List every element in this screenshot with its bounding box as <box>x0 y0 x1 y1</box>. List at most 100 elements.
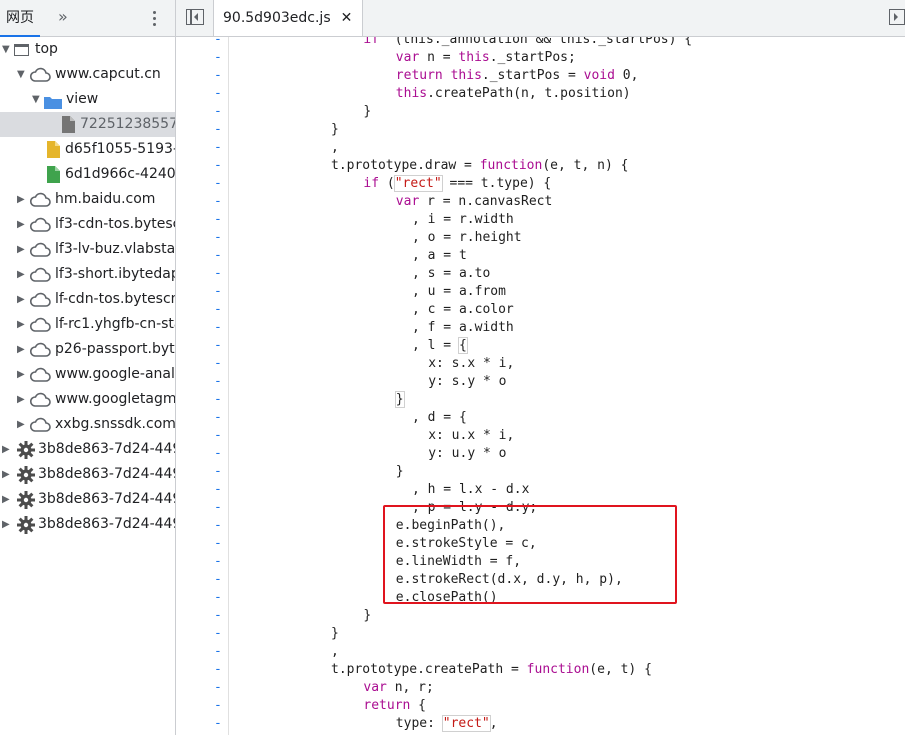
code-token: , i = r.width <box>412 212 514 227</box>
code-text: y: u.y * o <box>428 445 506 463</box>
code-token: , <box>331 644 339 659</box>
diff-marker: - <box>214 446 222 461</box>
more-tabs-button[interactable]: » <box>58 0 68 36</box>
tree-item[interactable]: ▶ 3b8de863-7d24-449 <box>0 512 175 537</box>
code-token: , o = r.height <box>412 230 522 245</box>
highlight-annotation-box <box>383 505 677 604</box>
tree-item[interactable]: 72251238557 <box>0 112 175 137</box>
collapse-arrow-icon[interactable]: ▶ <box>2 462 12 487</box>
tree-item-label: top <box>35 41 58 57</box>
navigator-header: 网页 » <box>0 0 175 37</box>
diff-marker: - <box>214 140 222 155</box>
tree-item[interactable]: d65f1055-5193- <box>0 137 175 162</box>
diff-marker: - <box>214 392 222 407</box>
tree-item[interactable]: ▶ www.googletagm <box>0 387 175 412</box>
code-text: , l = { <box>412 337 468 355</box>
tree-item-label: p26-passport.byte <box>55 341 176 357</box>
collapse-arrow-icon[interactable]: ▶ <box>17 237 27 262</box>
code-token: ._startPos; <box>489 50 576 65</box>
tree-item[interactable]: ▶ lf-rc1.yhgfb-cn-sta <box>0 312 175 337</box>
code-token: , d = { <box>412 410 467 425</box>
expand-arrow-icon[interactable]: ▼ <box>2 37 12 62</box>
tree-item-label: 3b8de863-7d24-449 <box>38 466 176 482</box>
code-line: -} <box>176 625 905 643</box>
diff-marker: - <box>214 86 222 101</box>
code-token: { <box>457 337 468 354</box>
collapse-arrow-icon[interactable]: ▶ <box>2 512 12 537</box>
tree-item[interactable]: ▶ p26-passport.byte <box>0 337 175 362</box>
collapse-arrow-icon[interactable]: ▶ <box>2 487 12 512</box>
collapse-arrow-icon[interactable]: ▶ <box>17 287 27 312</box>
code-token: , <box>489 716 498 731</box>
collapse-arrow-icon[interactable]: ▶ <box>17 312 27 337</box>
close-tab-icon[interactable]: ✕ <box>341 10 353 26</box>
tree-item[interactable]: ▶ hm.baidu.com <box>0 187 175 212</box>
diff-marker: - <box>214 482 222 497</box>
expand-arrow-icon[interactable]: ▼ <box>17 62 27 87</box>
code-line: - , o = r.height <box>176 229 905 247</box>
diff-marker: - <box>214 608 222 623</box>
diff-marker: - <box>214 464 222 479</box>
code-token: === t.type) { <box>441 176 552 191</box>
tree-item[interactable]: 6d1d966c-4240 <box>0 162 175 187</box>
diff-marker: - <box>214 212 222 227</box>
diff-marker: - <box>214 662 222 677</box>
tree-item[interactable]: ▼ view <box>0 87 175 112</box>
code-line: -, <box>176 139 905 157</box>
code-keyword: var <box>363 680 387 695</box>
collapse-arrow-icon[interactable]: ▶ <box>17 412 27 437</box>
tree-item[interactable]: ▶ 3b8de863-7d24-449 <box>0 462 175 487</box>
collapse-arrow-icon[interactable]: ▶ <box>2 437 12 462</box>
collapse-arrow-icon[interactable]: ▶ <box>17 362 27 387</box>
code-line: - t.prototype.draw = function(e, t, n) { <box>176 157 905 175</box>
code-text: x: u.x * i, <box>428 427 514 445</box>
tree-item[interactable]: ▶ xxbg.snssdk.com <box>0 412 175 437</box>
code-token: ( <box>379 176 395 191</box>
tree-item[interactable]: ▶ 3b8de863-7d24-449 <box>0 437 175 462</box>
tree-item[interactable]: ▶ lf3-lv-buz.vlabstat <box>0 237 175 262</box>
code-line: - t.prototype.createPath = function(e, t)… <box>176 661 905 679</box>
code-line: - if ("rect" === t.type) { <box>176 175 905 193</box>
cloud-icon <box>29 267 51 283</box>
expand-arrow-icon[interactable]: ▼ <box>32 87 42 112</box>
tree-item[interactable]: ▶ lf-cdn-tos.bytescm <box>0 287 175 312</box>
tree-item[interactable]: ▶ 3b8de863-7d24-449 <box>0 487 175 512</box>
tree-item[interactable]: ▶ lf3-short.ibytedap <box>0 262 175 287</box>
more-options-icon[interactable] <box>148 6 160 30</box>
code-text: , s = a.to <box>412 265 490 283</box>
cloud-icon <box>29 367 51 383</box>
collapse-arrow-icon[interactable]: ▶ <box>17 387 27 412</box>
tree-item-label: hm.baidu.com <box>55 191 156 207</box>
diff-marker: - <box>214 320 222 335</box>
code-text: , f = a.width <box>412 319 514 337</box>
diff-marker: - <box>214 518 222 533</box>
file-gray-icon <box>62 116 75 133</box>
collapse-arrow-icon[interactable]: ▶ <box>17 262 27 287</box>
toggle-debugger-icon[interactable] <box>889 9 905 25</box>
folder-icon <box>44 93 62 109</box>
tab-file[interactable]: 90.5d903edc.js ✕ <box>213 0 364 36</box>
editor-tabbar: 90.5d903edc.js ✕ <box>176 0 905 37</box>
tree-item[interactable]: ▶ www.google-analy <box>0 362 175 387</box>
tree-item[interactable]: ▼ www.capcut.cn <box>0 62 175 87</box>
code-text: var n, r; <box>363 679 433 697</box>
tree-item[interactable]: ▶ lf3-cdn-tos.bytesc <box>0 212 175 237</box>
code-text: } <box>363 103 371 121</box>
code-line: - , c = a.color <box>176 301 905 319</box>
code-text: } <box>394 391 405 409</box>
diff-marker: - <box>214 37 222 47</box>
diff-marker: - <box>214 356 222 371</box>
toggle-navigator-icon[interactable] <box>186 9 204 25</box>
code-token: } <box>331 626 339 641</box>
collapse-arrow-icon[interactable]: ▶ <box>17 337 27 362</box>
collapse-arrow-icon[interactable]: ▶ <box>17 187 27 212</box>
code-area[interactable]: - if (this._annotation && this._startPos)… <box>176 37 905 735</box>
tab-pages[interactable]: 网页 <box>0 0 40 37</box>
code-token: , s = a.to <box>412 266 491 281</box>
tree-item-label: 3b8de863-7d24-449 <box>38 441 176 457</box>
tree-item-label: lf-cdn-tos.bytescm <box>55 291 176 307</box>
code-line: - this.createPath(n, t.position) <box>176 85 905 103</box>
tree-item[interactable]: ▼ top <box>0 37 175 62</box>
collapse-arrow-icon[interactable]: ▶ <box>17 212 27 237</box>
code-line: - return { <box>176 697 905 715</box>
